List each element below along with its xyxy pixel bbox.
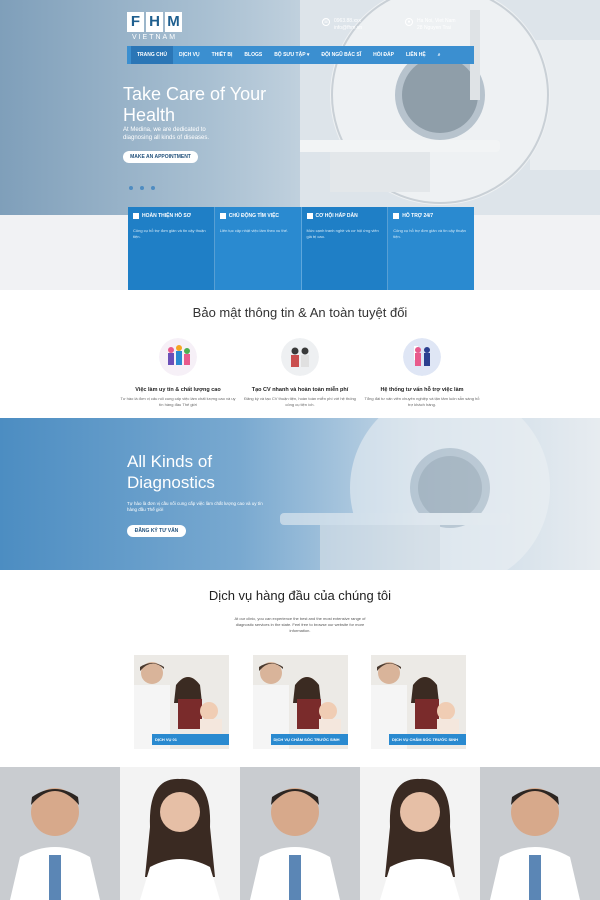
hero-section: F H M VIETNAM ☏ 0963.88.xxx info@fhm.vn … — [0, 0, 600, 215]
nav-item-doctors[interactable]: ĐỘI NGŨ BÁC SĨ — [315, 46, 367, 64]
slider-dot[interactable] — [151, 186, 155, 190]
ct-scanner-image — [280, 418, 550, 570]
doctor-photo-female[interactable] — [360, 767, 480, 900]
feature-text: Liên tục cập nhật việc làm theo xu thế. — [219, 228, 289, 233]
feature-icon — [133, 213, 139, 219]
diagnostics-title: All Kinds of Diagnostics — [127, 452, 215, 492]
team-gallery — [0, 767, 600, 900]
services-description: At our clinic, you can experience the be… — [234, 616, 366, 633]
security-item-text: Tư hào là đơn vị cấu nối cung cấp việc l… — [120, 396, 236, 407]
nav-item-contact[interactable]: LIÊN HỆ — [400, 46, 432, 64]
security-item-title: Hệ thống tư vấn hỗ trợ việc làm — [380, 387, 464, 393]
logo-letter: F — [127, 12, 144, 32]
doctor-photo-male[interactable] — [240, 767, 360, 900]
ct-scanner-image — [300, 0, 600, 215]
security-items: Việc làm uy tín & chất lượng cao Tư hào … — [120, 338, 480, 407]
appointment-button[interactable]: MAKE AN APPOINTMENT — [123, 151, 198, 163]
feature-card: HOÀN THIỆN HỒ SƠ Công cụ hỗ trợ đơn giản… — [128, 207, 215, 290]
feature-card: CHỦ ĐỘNG TÌM VIỆC Liên tục cập nhật việc… — [215, 207, 302, 290]
nav-item-collection[interactable]: BỘ SƯU TẬP ▾ — [268, 46, 315, 64]
slider-dot[interactable] — [129, 186, 133, 190]
brand-logo[interactable]: F H M VIETNAM — [127, 12, 182, 41]
logo-letter: M — [165, 12, 182, 32]
phone-icon: ☏ — [322, 18, 330, 26]
feature-icon — [306, 213, 313, 219]
security-item-text: Tổng đài tư vấn viên chuyên nghiệp và tậ… — [364, 396, 480, 407]
hero-subtitle: At Medina, we are dedicated to diagnosin… — [123, 127, 210, 141]
security-item-text: Đăng ký và tạo CV thuận tiện, hoàn toàn … — [244, 396, 356, 407]
doctor-photo-male[interactable] — [480, 767, 600, 900]
services-cards: DỊCH VỤ 01 DỊCH VỤ CHĂM SÓC TRƯỚC SINH D… — [134, 655, 466, 749]
contact-address-line2: 28 Nguyen Trai — [417, 25, 451, 31]
contact-phone: ☏ 0963.88.xxx info@fhm.vn — [322, 18, 362, 32]
contact-phone-line1: 0963.88.xxx — [334, 18, 361, 24]
logo-subtitle: VIETNAM — [131, 34, 178, 41]
security-item-title: Tạo CV nhanh và hoàn toàn miễn phí — [251, 387, 349, 393]
consult-register-button[interactable]: ĐĂNG KÝ TƯ VẤN — [127, 525, 186, 537]
main-nav: TRANG CHỦ DỊCH VỤ THIẾT BỊ BLOGS BỘ SƯU … — [127, 46, 474, 64]
nav-item-services[interactable]: DỊCH VỤ — [173, 46, 206, 64]
contact-phone-line2: info@fhm.vn — [334, 25, 363, 31]
service-card-label: DỊCH VỤ 01 — [152, 734, 229, 745]
feature-text: Mức cạnh tranh nghề và cơ hội ứng viên g… — [306, 228, 379, 239]
feature-card: HỖ TRỢ 24/7 Công cụ hỗ trợ đơn giản và t… — [388, 207, 474, 290]
consulting-illustration-icon — [403, 338, 441, 376]
service-card-label: DỊCH VỤ CHĂM SÓC TRƯỚC SINH — [389, 734, 466, 745]
nav-item-blogs[interactable]: BLOGS — [238, 46, 268, 64]
nav-item-faq[interactable]: HỎI ĐÁP — [367, 46, 400, 64]
hero-title: Take Care of Your Health — [123, 84, 267, 125]
security-title: Bảo mật thông tin & An toàn tuyệt đối — [192, 305, 408, 320]
service-card[interactable]: DỊCH VỤ 01 — [134, 655, 229, 749]
feature-title: CƠ HỘI HẤP DẪN — [315, 213, 358, 219]
nav-item-equipment[interactable]: THIẾT BỊ — [206, 46, 239, 64]
nav-item-home[interactable]: TRANG CHỦ — [131, 46, 173, 64]
doctor-photo-male[interactable] — [0, 767, 120, 900]
service-card[interactable]: DỊCH VỤ CHĂM SÓC TRƯỚC SINH — [371, 655, 466, 749]
diagnostics-banner: All Kinds of Diagnostics Tự hào là đơn v… — [0, 418, 600, 570]
slider-dot[interactable] — [140, 186, 144, 190]
security-item: Tạo CV nhanh và hoàn toàn miễn phí Đăng … — [242, 338, 358, 407]
feature-title: HỖ TRỢ 24/7 — [402, 213, 434, 219]
services-title: Dịch vụ hàng đầu của chúng tôi — [208, 588, 392, 603]
cv-illustration-icon — [281, 338, 319, 376]
feature-text: Công cụ hỗ trợ đơn giản và tin cậy thuận… — [133, 228, 206, 239]
location-icon: ● — [405, 18, 413, 26]
feature-title: HOÀN THIỆN HỒ SƠ — [142, 213, 191, 219]
search-icon[interactable]: ⌕ — [432, 46, 447, 64]
people-illustration-icon — [159, 338, 197, 376]
feature-title: CHỦ ĐỘNG TÌM VIỆC — [228, 213, 280, 219]
feature-text: Công cụ hỗ trợ đơn giản và tin cậy thuận… — [393, 228, 466, 239]
doctor-photo-female[interactable] — [120, 767, 240, 900]
contact-address: ● Ha Noi, Viet Nam 28 Nguyen Trai — [405, 18, 456, 32]
contact-address-line1: Ha Noi, Viet Nam — [417, 18, 456, 24]
logo-letter: H — [146, 12, 163, 32]
feature-icon — [219, 213, 226, 219]
features-bar: HOÀN THIỆN HỒ SƠ Công cụ hỗ trợ đơn giản… — [128, 207, 474, 290]
security-item-title: Việc làm uy tín & chất lượng cao — [135, 387, 221, 393]
feature-icon — [393, 213, 400, 219]
diagnostics-subtitle: Tự hào là đơn vị cầu nối cung cấp việc l… — [127, 501, 263, 512]
feature-card: CƠ HỘI HẤP DẪN Mức cạnh tranh nghề và cơ… — [301, 207, 389, 290]
security-item: Việc làm uy tín & chất lượng cao Tư hào … — [120, 338, 236, 407]
security-item: Hệ thống tư vấn hỗ trợ việc làm Tổng đài… — [364, 338, 480, 407]
service-card[interactable]: DỊCH VỤ CHĂM SÓC TRƯỚC SINH — [252, 655, 348, 749]
slider-dots — [129, 186, 155, 190]
service-card-label: DỊCH VỤ CHĂM SÓC TRƯỚC SINH — [270, 734, 348, 745]
